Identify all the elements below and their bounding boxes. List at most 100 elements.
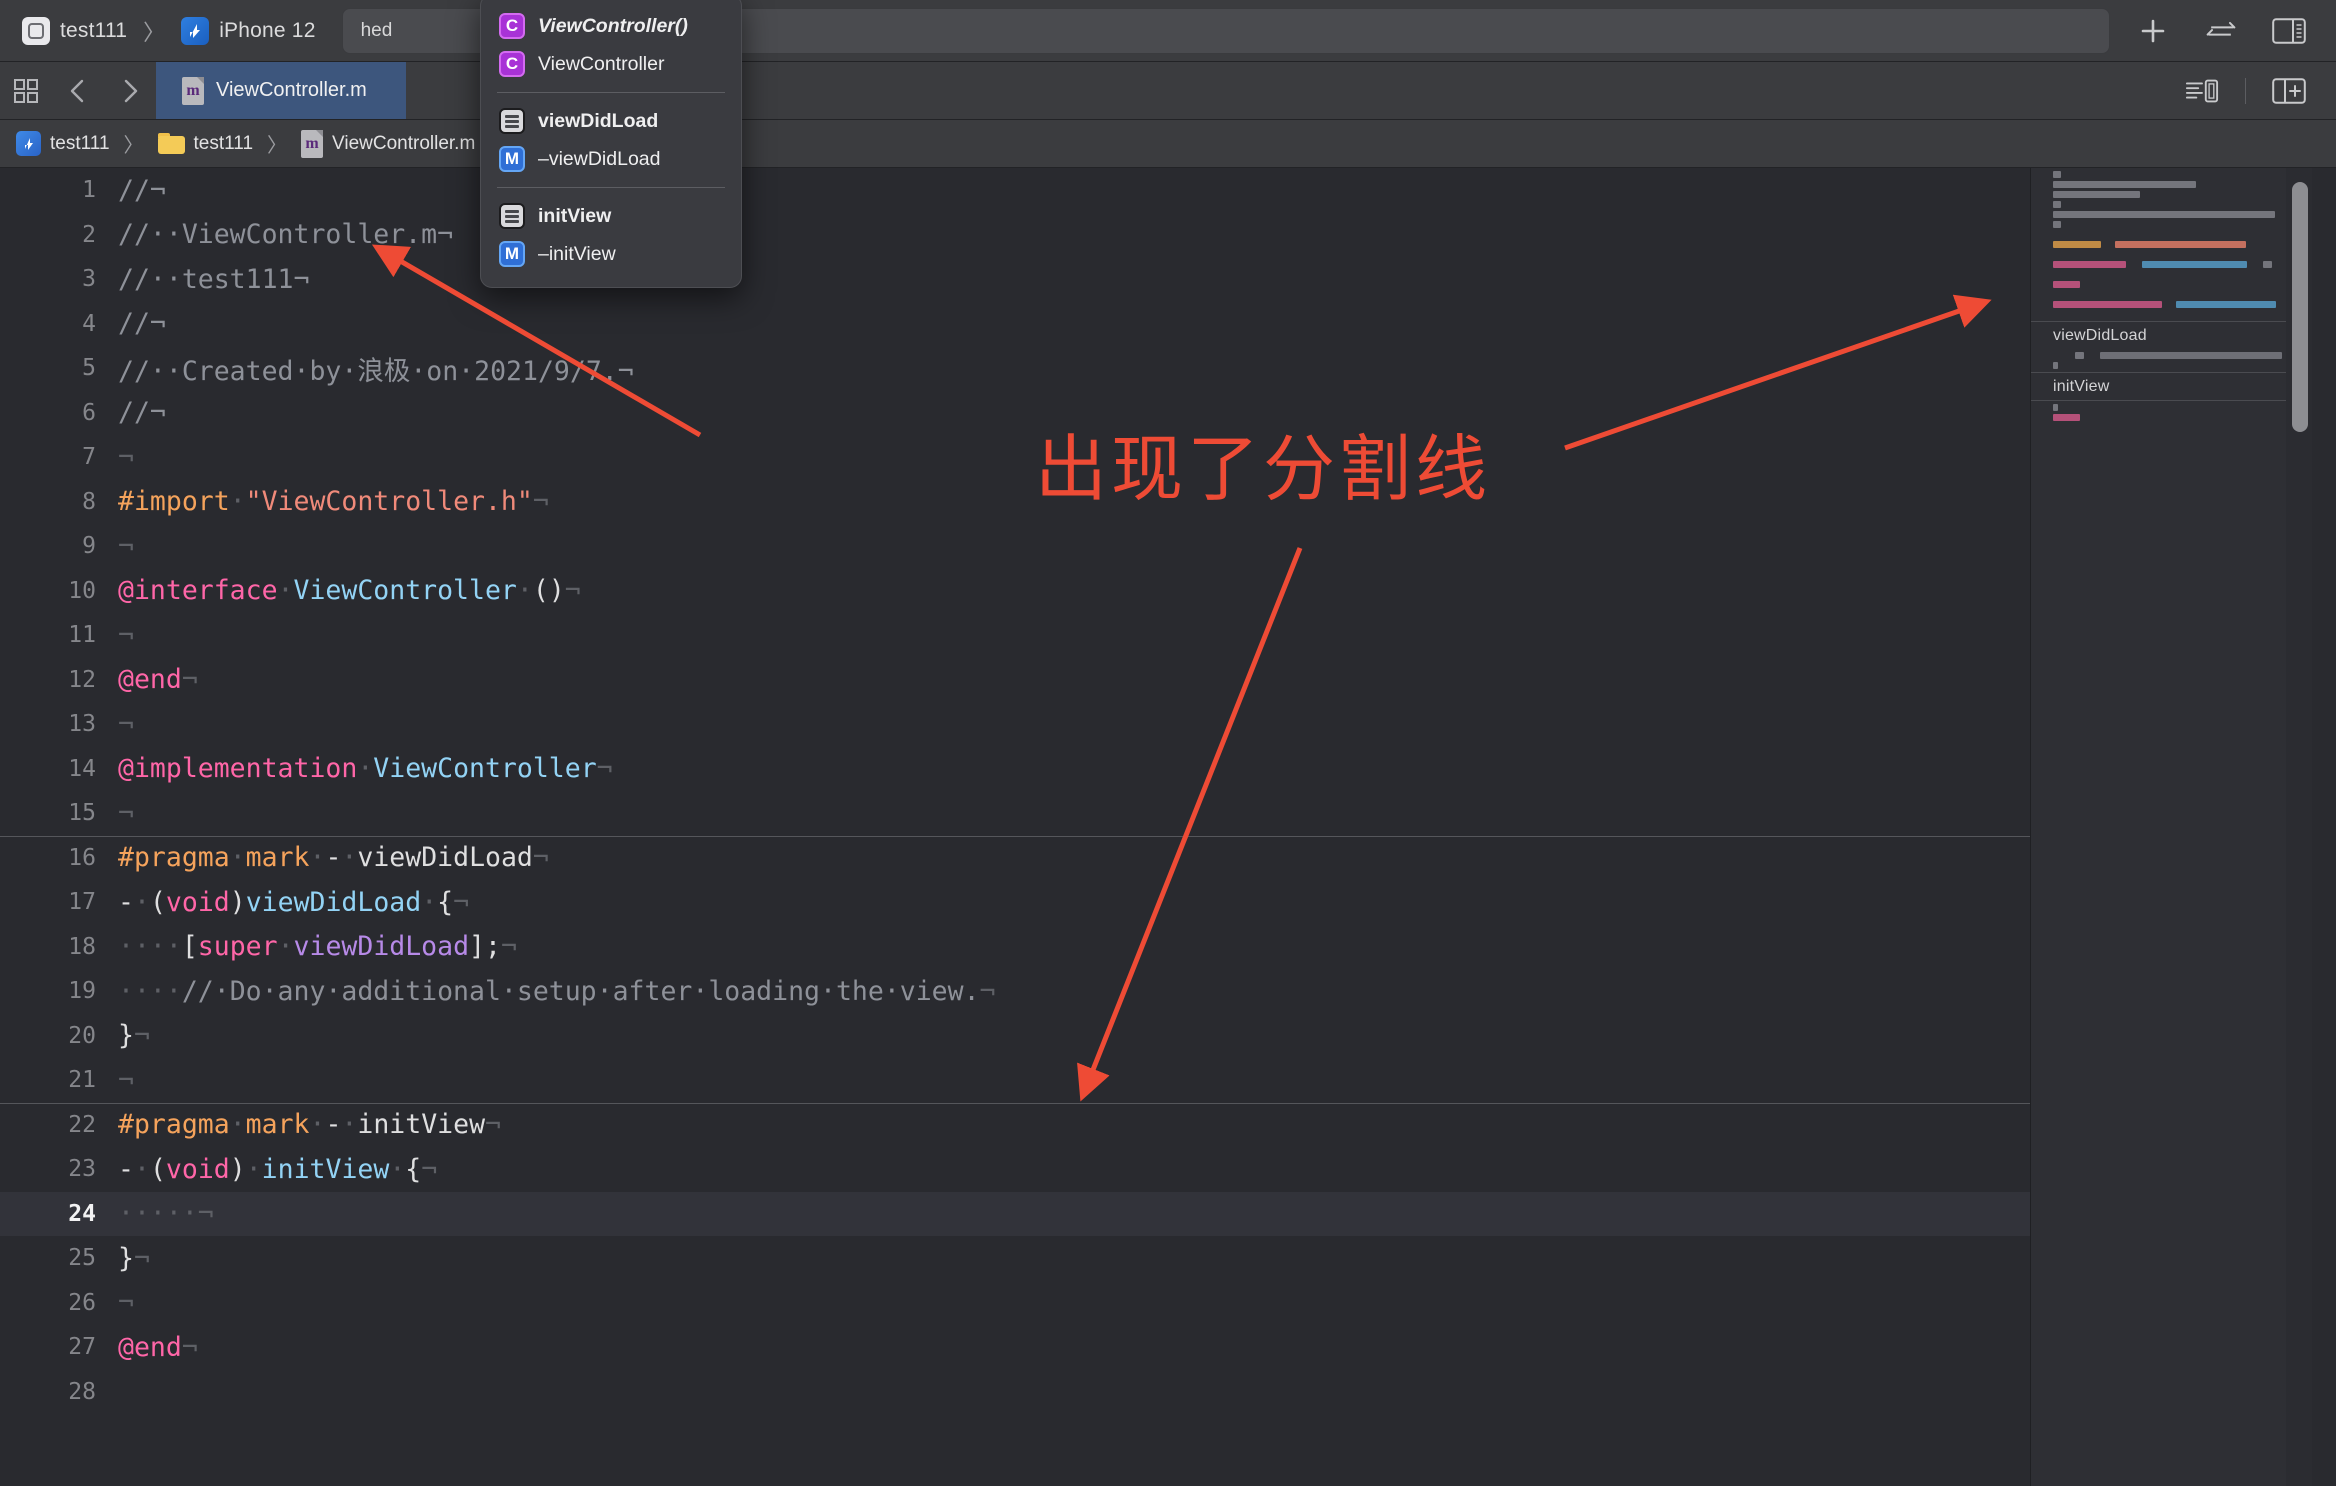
code-text[interactable]: //¬ [118,397,166,428]
editor-minimap[interactable]: viewDidLoad initView [2030,168,2312,1486]
code-text[interactable]: ¬ [118,620,134,651]
code-text[interactable]: //¬ [118,175,166,206]
plus-icon[interactable] [2136,14,2170,48]
code-line[interactable]: 11¬ [0,613,2030,658]
code-line[interactable]: 15¬ [0,791,2030,836]
popup-menu-item[interactable]: initView [481,197,741,235]
minimap-pragma-label[interactable]: viewDidLoad [2031,322,2312,349]
minimap-scrollbar-thumb[interactable] [2292,182,2308,432]
code-line[interactable]: 21¬ [0,1058,2030,1103]
code-text[interactable]: -·(void)viewDidLoad·{¬ [118,887,469,918]
minimap-code-bar [2053,181,2196,188]
code-text[interactable]: ····//·Do·any·additional·setup·after·loa… [118,976,996,1007]
code-line[interactable]: 22#pragma·mark·-·initView¬ [0,1103,2030,1148]
code-line[interactable]: 4//¬ [0,302,2030,347]
code-line[interactable]: 6//¬ [0,391,2030,436]
code-text[interactable]: -·(void)·initView·{¬ [118,1154,437,1185]
code-line[interactable]: 14@implementation·ViewController¬ [0,747,2030,792]
code-text[interactable]: #import·"ViewController.h"¬ [118,486,549,517]
popup-menu-item[interactable]: CViewController [481,45,741,83]
code-text[interactable]: //··ViewController.m¬ [118,219,453,250]
popup-menu-item[interactable]: M–initView [481,235,741,273]
toggle-inspector-icon[interactable] [2272,14,2306,48]
code-line[interactable]: 24·····¬ [0,1192,2030,1237]
code-token: ¬ [533,842,549,873]
code-text[interactable]: @end¬ [118,1332,198,1363]
scheme-name[interactable]: test111 [60,19,127,43]
minimap-code-bar [2075,352,2084,359]
code-line[interactable]: 7¬ [0,435,2030,480]
code-text[interactable]: #pragma·mark·-·viewDidLoad¬ [118,842,549,873]
code-line[interactable]: 1//¬ [0,168,2030,213]
code-line[interactable]: 23-·(void)·initView·{¬ [0,1147,2030,1192]
tab-viewcontroller-m[interactable]: m ViewController.m [156,62,406,119]
code-text[interactable]: ¬ [118,442,134,473]
code-line[interactable]: 10@interface·ViewController·()¬ [0,569,2030,614]
chevron-left-icon[interactable] [52,62,104,119]
code-token: · [517,575,533,606]
popup-menu-item[interactable]: viewDidLoad [481,102,741,140]
line-number: 3 [0,266,118,292]
code-line[interactable]: 26¬ [0,1281,2030,1326]
code-token: · [357,753,373,784]
code-token: () [533,575,565,606]
code-text[interactable]: }¬ [118,1243,150,1274]
code-text[interactable]: ¬ [118,709,134,740]
code-text[interactable]: @end¬ [118,664,198,695]
code-line[interactable]: 27@end¬ [0,1325,2030,1370]
code-line[interactable]: 9¬ [0,524,2030,569]
code-line[interactable]: 12@end¬ [0,658,2030,703]
annotation-text: 出现了分割线 [1035,410,1491,515]
chevron-right-icon[interactable] [104,62,156,119]
code-text[interactable]: ¬ [118,1287,134,1318]
code-line[interactable]: 20}¬ [0,1014,2030,1059]
code-text[interactable]: ····[super·viewDidLoad];¬ [118,931,517,962]
simulator-icon[interactable] [181,17,209,45]
breadcrumb-item-folder[interactable]: test111 [158,133,254,155]
code-line[interactable]: 13¬ [0,702,2030,747]
line-number: 6 [0,400,118,426]
code-line[interactable]: 17-·(void)viewDidLoad·{¬ [0,880,2030,925]
code-text[interactable]: ·····¬ [118,1198,214,1229]
code-line[interactable]: 5//··Created·by·浪极·on·2021/9/7.¬ [0,346,2030,391]
code-token: · [309,1109,325,1140]
minimap-pragma-label[interactable]: initView [2031,373,2312,400]
device-name[interactable]: iPhone 12 [219,19,315,43]
toggle-minimap-icon[interactable] [2185,74,2219,108]
breadcrumb-item-file[interactable]: m ViewController.m [301,130,475,158]
line-number: 2 [0,222,118,248]
minimap-code-bar [2053,301,2162,308]
code-text[interactable]: //··Created·by·浪极·on·2021/9/7.¬ [118,349,634,388]
code-text[interactable]: ¬ [118,531,134,562]
code-line[interactable]: 28 [0,1370,2030,1415]
code-line[interactable]: 8#import·"ViewController.h"¬ [0,480,2030,525]
toolbar-right-actions [2136,14,2336,48]
add-editor-icon[interactable] [2272,74,2306,108]
code-line[interactable]: 16#pragma·mark·-·viewDidLoad¬ [0,836,2030,881]
popup-menu-item[interactable]: M–viewDidLoad [481,140,741,178]
app-scheme-icon[interactable] [22,17,50,45]
code-text[interactable]: @interface·ViewController·()¬ [118,575,581,606]
editor-tab-bar: m ViewController.m [0,62,2336,120]
code-text[interactable]: //··test111¬ [118,264,309,295]
swap-arrows-icon[interactable] [2204,14,2238,48]
code-token: ) [230,1154,246,1185]
code-text[interactable]: //¬ [118,308,166,339]
code-text[interactable]: ¬ [118,1065,134,1096]
code-token: ¬ [118,1287,134,1318]
code-line[interactable]: 3//··test111¬ [0,257,2030,302]
code-line[interactable]: 19····//·Do·any·additional·setup·after·l… [0,969,2030,1014]
code-text[interactable]: ¬ [118,798,134,829]
related-items-icon[interactable] [0,62,52,119]
jump-to-definition-popup[interactable]: CViewController()CViewController viewDidL… [480,0,742,288]
popup-menu-item[interactable]: CViewController() [481,7,741,45]
code-text[interactable]: #pragma·mark·-·initView¬ [118,1109,501,1140]
code-text[interactable]: }¬ [118,1020,150,1051]
line-number: 11 [0,622,118,648]
code-line[interactable]: 2//··ViewController.m¬ [0,213,2030,258]
source-editor[interactable]: 1//¬2//··ViewController.m¬3//··test111¬4… [0,168,2030,1486]
breadcrumb-item-project[interactable]: test111 [16,131,110,156]
code-text[interactable]: @implementation·ViewController¬ [118,753,613,784]
code-line[interactable]: 18····[super·viewDidLoad];¬ [0,925,2030,970]
code-line[interactable]: 25}¬ [0,1236,2030,1281]
